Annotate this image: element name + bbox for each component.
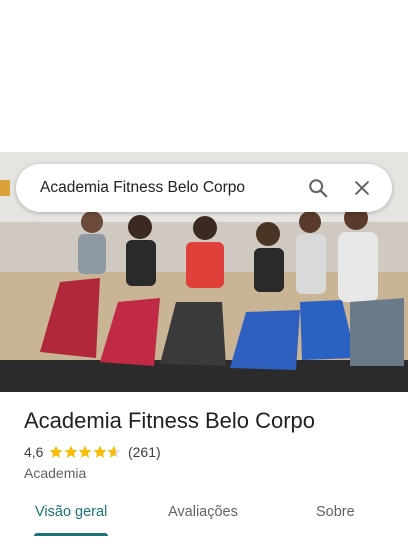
- rating-row[interactable]: 4,6 (261): [24, 443, 161, 461]
- search-icon[interactable]: [302, 172, 334, 204]
- place-name: Academia Fitness Belo Corpo: [24, 408, 316, 433]
- active-tab-indicator: [34, 533, 108, 536]
- star-icon: [50, 445, 63, 458]
- star-icon: [64, 445, 78, 458]
- blank-header-area: [0, 0, 408, 152]
- place-category: Academia: [24, 465, 87, 481]
- rating-value: 4,6: [24, 444, 44, 460]
- search-input[interactable]: Academia Fitness Belo Corpo: [40, 179, 290, 197]
- tab-bar: Visão geral Avaliações Sobre: [0, 492, 408, 544]
- search-bar[interactable]: Academia Fitness Belo Corpo: [16, 164, 392, 212]
- rating-stars: [49, 445, 122, 459]
- tab-overview[interactable]: Visão geral: [35, 504, 107, 520]
- star-icon: [108, 445, 121, 458]
- tab-about[interactable]: Sobre: [316, 504, 355, 520]
- close-icon[interactable]: [346, 172, 378, 204]
- star-icon: [93, 445, 107, 458]
- tab-reviews[interactable]: Avaliações: [168, 504, 238, 520]
- star-icon: [79, 445, 92, 458]
- review-count[interactable]: (261): [128, 444, 161, 460]
